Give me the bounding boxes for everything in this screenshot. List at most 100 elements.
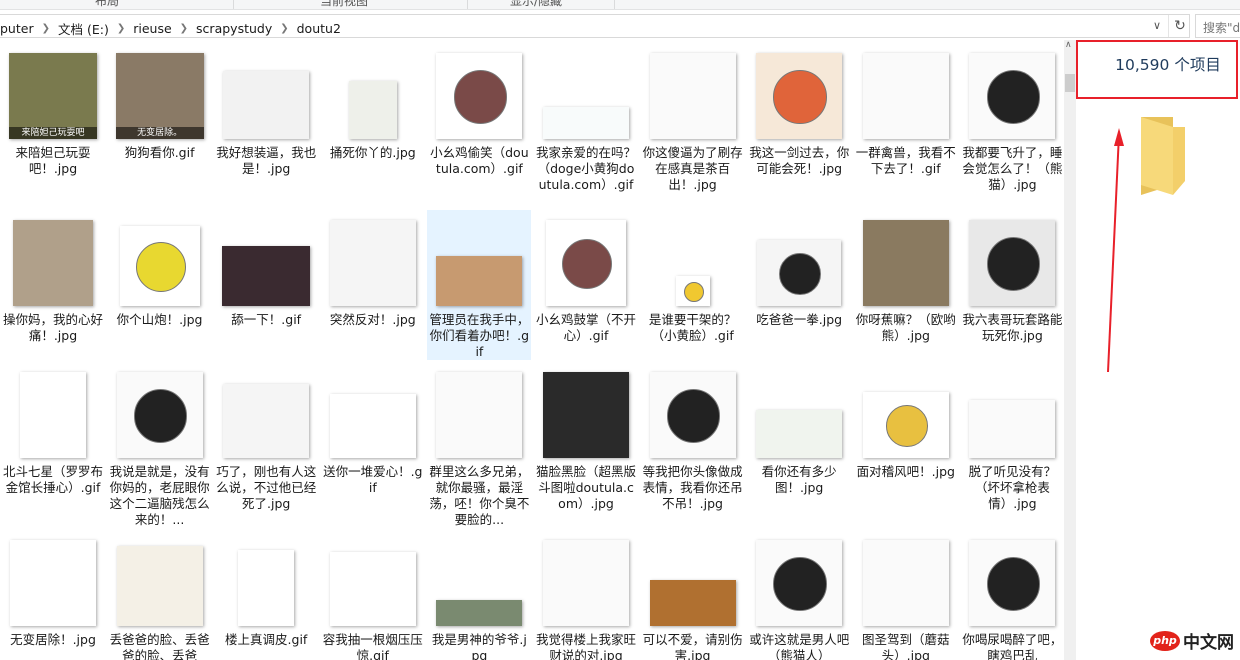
file-thumbnail[interactable] xyxy=(348,81,397,139)
file-item[interactable]: 面对稽风吧！.jpg xyxy=(854,362,958,480)
file-thumbnail[interactable] xyxy=(757,240,842,306)
chevron-right-icon[interactable]: ❯ xyxy=(180,23,188,34)
file-thumbnail[interactable] xyxy=(756,53,843,139)
file-item[interactable]: 无变居除。 狗狗看你.gif xyxy=(108,43,212,161)
file-thumbnail[interactable] xyxy=(13,220,93,306)
file-thumbnail[interactable] xyxy=(862,53,949,139)
file-item[interactable]: 或许这就是男人吧（熊猫人） xyxy=(747,530,851,660)
file-thumbnail[interactable] xyxy=(223,71,310,139)
file-thumbnail[interactable] xyxy=(649,580,736,626)
file-item[interactable]: 吃爸爸一拳.jpg xyxy=(747,210,851,328)
file-item[interactable]: 送你一堆爱心！.gif xyxy=(321,362,425,496)
file-item[interactable]: 你个山炮！.jpg xyxy=(108,210,212,328)
scrollbar-thumb[interactable] xyxy=(1065,74,1075,92)
file-item[interactable]: 群里这么多兄弟，就你最骚，最淫荡，呸！你个臭不要脸的... xyxy=(427,362,531,528)
file-thumbnail[interactable]: 无变居除。 xyxy=(115,53,204,139)
file-item[interactable]: 可以不爱，请别伤害.jpg xyxy=(641,530,745,660)
chevron-right-icon[interactable]: ❯ xyxy=(117,23,125,34)
ribbon-section-current-view[interactable]: 当前视图 xyxy=(320,0,368,9)
file-thumbnail[interactable] xyxy=(329,552,416,626)
file-thumbnail[interactable] xyxy=(543,540,629,626)
address-bar[interactable]: puter ❯ 文档 (E:) ❯ rieuse ❯ scrapystudy ❯… xyxy=(0,14,1190,38)
file-item[interactable]: 突然反对！.jpg xyxy=(321,210,425,328)
file-thumbnail[interactable] xyxy=(436,53,523,139)
file-item[interactable]: 捅死你丫的.jpg xyxy=(321,43,425,161)
file-thumbnail[interactable] xyxy=(649,372,736,458)
file-thumbnail[interactable] xyxy=(862,220,949,306)
file-item[interactable]: 我都要飞升了，睡会觉怎么了！（熊猫）.jpg xyxy=(960,43,1064,193)
file-thumbnail[interactable] xyxy=(756,410,843,458)
file-item[interactable]: 来陪妲己玩耍吧 来陪妲己玩耍吧！.jpg xyxy=(1,43,105,177)
file-thumbnail[interactable] xyxy=(969,53,1056,139)
file-thumbnail[interactable] xyxy=(116,546,203,626)
breadcrumb-drive-e[interactable]: 文档 (E:) xyxy=(58,19,109,38)
file-item[interactable]: 我说是就是，没有你妈的，老屁眼你这个二逼脑残怎么来的！... xyxy=(108,362,212,528)
file-thumbnail[interactable] xyxy=(546,220,626,306)
file-item[interactable]: 我是男神的爷爷.jpg xyxy=(427,530,531,660)
file-item[interactable]: 楼上真调皮.gif xyxy=(214,530,318,648)
file-thumbnail[interactable] xyxy=(436,372,523,458)
ribbon-section-layout[interactable]: 布局 xyxy=(95,0,119,9)
chevron-down-icon[interactable]: ∨ xyxy=(1153,19,1161,32)
file-thumbnail[interactable] xyxy=(969,220,1056,306)
ribbon-section-show-hide[interactable]: 显示/隐藏 xyxy=(510,0,562,9)
file-item[interactable]: 是谁要干架的？（小黄脸）.gif xyxy=(641,210,745,344)
file-thumbnail[interactable] xyxy=(969,540,1056,626)
file-thumbnail[interactable] xyxy=(862,392,949,458)
file-item[interactable]: 舔一下！.gif xyxy=(214,210,318,328)
file-item[interactable]: 巧了，刚也有人这么说，不过他已经死了.jpg xyxy=(214,362,318,512)
file-item[interactable]: 无变居除！.jpg xyxy=(1,530,105,648)
scrollbar[interactable]: ∧ xyxy=(1064,40,1076,660)
chevron-right-icon[interactable]: ❯ xyxy=(42,23,50,34)
file-thumbnail[interactable] xyxy=(649,53,736,139)
chevron-right-icon[interactable]: ❯ xyxy=(280,23,288,34)
file-item[interactable]: 北斗七星（罗罗布金馆长捶心）.gif xyxy=(1,362,105,496)
file-item[interactable]: 我六表哥玩套路能玩死你.jpg xyxy=(960,210,1064,344)
breadcrumb-computer[interactable]: puter xyxy=(0,21,34,36)
file-thumbnail[interactable] xyxy=(222,246,311,306)
file-item[interactable]: 等我把你头像做成表情，我看你还吊不吊！.jpg xyxy=(641,362,745,512)
file-item[interactable]: 小幺鸡偷笑（doutula.com）.gif xyxy=(427,43,531,177)
search-input[interactable]: 搜索"d xyxy=(1195,14,1240,38)
file-item[interactable]: 看你还有多少图！.jpg xyxy=(747,362,851,496)
file-thumbnail[interactable] xyxy=(329,394,416,458)
breadcrumb-doutu2[interactable]: doutu2 xyxy=(297,21,341,36)
file-item[interactable]: 一群禽兽，我看不下去了！.gif xyxy=(854,43,958,177)
file-thumbnail[interactable] xyxy=(238,550,295,626)
file-thumbnail[interactable] xyxy=(862,540,949,626)
file-thumbnail[interactable]: 来陪妲己玩耍吧 xyxy=(9,53,97,139)
file-item[interactable]: 图圣驾到（蘑菇头）.jpg xyxy=(854,530,958,660)
file-item[interactable]: 容我抽一根烟压压惊.gif xyxy=(321,530,425,660)
file-item[interactable]: 我好想装逼，我也是！.jpg xyxy=(214,43,318,177)
file-item[interactable]: 管理员在我手中，你们看着办吧！.gif xyxy=(427,210,532,360)
scroll-up-icon[interactable]: ∧ xyxy=(1065,40,1072,50)
file-thumbnail[interactable] xyxy=(436,256,523,306)
file-item[interactable]: 你喝尿喝醉了吧，瞎鸡巴乱 xyxy=(960,530,1064,660)
breadcrumb-rieuse[interactable]: rieuse xyxy=(133,21,171,36)
breadcrumb-scrapystudy[interactable]: scrapystudy xyxy=(196,21,272,36)
file-item[interactable]: 猫脸黑脸（超黑版斗图啦doutula.com）.jpg xyxy=(534,362,638,512)
file-thumbnail[interactable] xyxy=(675,276,710,306)
file-item[interactable]: 我觉得楼上我家旺财说的对.jpg xyxy=(534,530,638,660)
file-item[interactable]: 脱了听见没有？（坏坏拿枪表情）.jpg xyxy=(960,362,1064,512)
file-name: 我是男神的爷爷.jpg xyxy=(431,632,527,660)
file-item[interactable]: 我家亲爱的在吗？（doge小黄狗doutula.com）.gif xyxy=(534,43,638,193)
file-thumbnail[interactable] xyxy=(329,220,416,306)
file-item[interactable]: 小幺鸡鼓掌（不开心）.gif xyxy=(534,210,638,344)
file-item[interactable]: 我这一剑过去，你可能会死！.jpg xyxy=(747,43,851,177)
file-thumbnail[interactable] xyxy=(543,107,629,139)
file-thumbnail[interactable] xyxy=(10,540,96,626)
file-thumbnail[interactable] xyxy=(543,372,629,458)
file-thumbnail[interactable] xyxy=(436,600,523,626)
file-item[interactable]: 操你妈，我的心好痛！.jpg xyxy=(1,210,105,344)
file-item[interactable]: 你这傻逼为了刷存在感真是茶百出！.jpg xyxy=(641,43,745,193)
refresh-icon[interactable]: ↻ xyxy=(1168,15,1191,37)
file-thumbnail[interactable] xyxy=(20,372,86,458)
file-item[interactable]: 丢爸爸的脸、丢爸爸的脸、丢爸 xyxy=(108,530,212,660)
file-thumbnail[interactable] xyxy=(223,384,310,458)
file-thumbnail[interactable] xyxy=(756,540,843,626)
file-item[interactable]: 你呀蕉嘛？（欧哟熊）.jpg xyxy=(854,210,958,344)
file-thumbnail[interactable] xyxy=(119,226,200,306)
file-thumbnail[interactable] xyxy=(969,400,1056,458)
file-thumbnail[interactable] xyxy=(116,372,203,458)
